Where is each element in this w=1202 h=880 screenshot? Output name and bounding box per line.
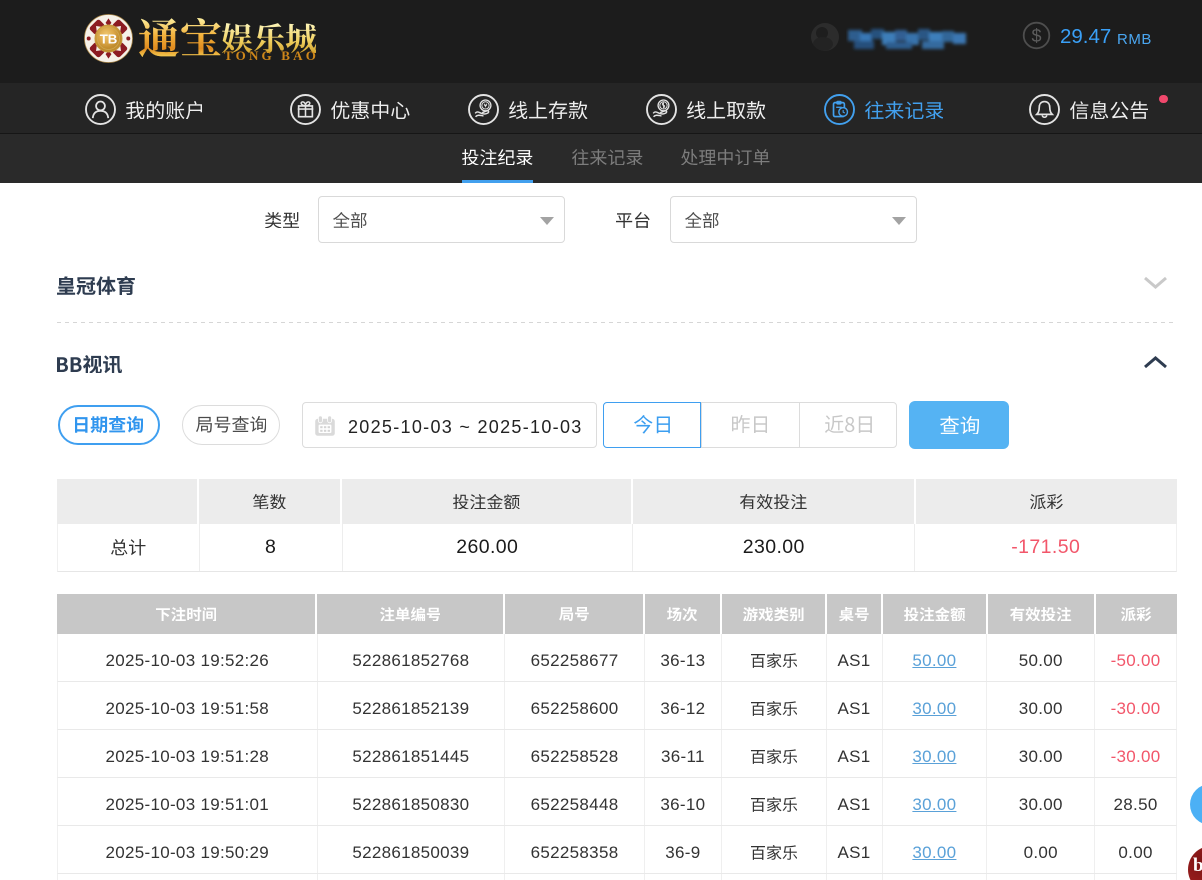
svg-text:$: $ <box>1031 26 1041 46</box>
svg-text:TB: TB <box>100 32 118 47</box>
